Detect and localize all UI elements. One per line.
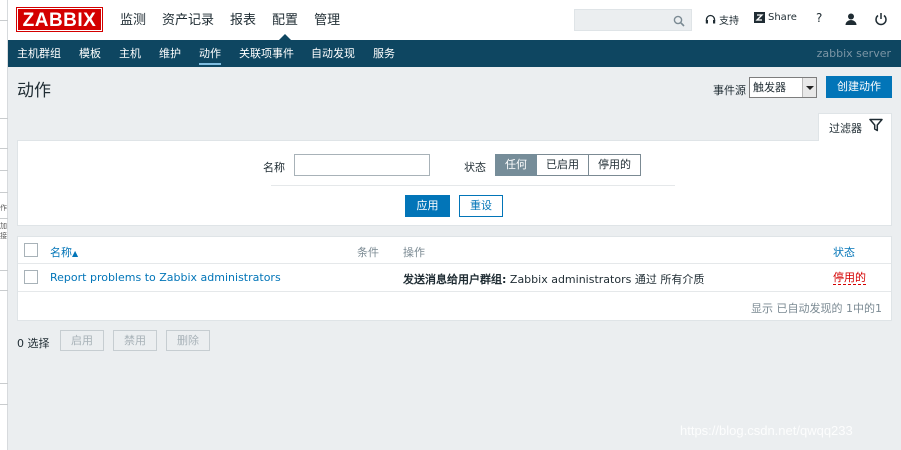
subnav-hosts[interactable]: 主机 xyxy=(119,40,141,67)
column-header-status[interactable]: 状态 xyxy=(833,244,855,260)
disable-button[interactable]: 禁用 xyxy=(113,330,157,351)
subnav-discovery[interactable]: 自动发现 xyxy=(311,40,355,67)
column-name-label: 名称 xyxy=(50,246,72,259)
zabbix-logo[interactable]: ZABBIX xyxy=(16,7,103,32)
filter-name-input[interactable] xyxy=(294,154,430,176)
event-source-value: 触发器 xyxy=(753,81,786,94)
menu-item-inventory[interactable]: 资产记录 xyxy=(154,0,222,40)
reset-button[interactable]: 重设 xyxy=(459,195,503,217)
menu-item-monitoring[interactable]: 监测 xyxy=(112,0,154,40)
divider xyxy=(0,218,8,219)
divider xyxy=(0,148,8,149)
search-input[interactable] xyxy=(574,9,692,31)
divider xyxy=(0,170,8,171)
column-header-operations: 操作 xyxy=(403,246,425,259)
menu-item-administration[interactable]: 管理 xyxy=(306,0,348,40)
share-link[interactable]: Share xyxy=(754,12,797,23)
help-button[interactable]: ? xyxy=(816,11,822,25)
support-link[interactable]: 支持 xyxy=(705,12,739,27)
filter-name-label: 名称 xyxy=(263,161,285,174)
event-source-select[interactable]: 触发器 xyxy=(749,77,817,98)
status-option-enabled[interactable]: 已启用 xyxy=(537,154,589,176)
filter-panel: 名称 状态 任何 已启用 停用的 xyxy=(17,140,892,226)
main-menu: 监测 资产记录 报表 配置 管理 xyxy=(112,0,348,40)
selected-count: 0 选择 xyxy=(17,337,50,350)
share-z-icon xyxy=(754,12,765,23)
left-strip-text: 接 xyxy=(0,232,7,240)
subnav-host-groups[interactable]: 主机群组 xyxy=(17,40,61,67)
headset-icon xyxy=(705,14,716,24)
action-name-link[interactable]: Report problems to Zabbix administrators xyxy=(50,271,281,284)
row-checkbox[interactable] xyxy=(24,270,38,284)
table-summary: 显示 已自动发现的 1中的1 xyxy=(751,302,882,315)
left-strip-text: 加 xyxy=(0,222,7,230)
subnav-services[interactable]: 服务 xyxy=(373,40,395,67)
action-operations: 发送消息给用户群组: Zabbix administrators 通过 所有介质 xyxy=(403,271,704,287)
divider xyxy=(18,291,891,292)
filter-tab-label: 过滤器 xyxy=(829,122,862,135)
create-action-button[interactable]: 创建动作 xyxy=(826,76,892,98)
menu-item-reports[interactable]: 报表 xyxy=(222,0,264,40)
filter-icon xyxy=(869,118,883,132)
divider xyxy=(0,404,8,405)
status-option-disabled[interactable]: 停用的 xyxy=(589,154,641,176)
divider xyxy=(0,20,8,21)
left-strip-text: 作 xyxy=(0,204,7,212)
filter-tab[interactable]: 过滤器 xyxy=(818,113,892,141)
sub-navigation: 主机群组 模板 主机 维护 动作 关联项事件 自动发现 服务 zabbix se… xyxy=(8,40,901,67)
subnav-templates[interactable]: 模板 xyxy=(79,40,101,67)
column-header-conditions: 条件 xyxy=(357,246,379,259)
divider xyxy=(0,192,8,193)
apply-button[interactable]: 应用 xyxy=(405,195,450,217)
share-label: Share xyxy=(768,12,797,23)
divider xyxy=(0,383,8,384)
status-segmented-control: 任何 已启用 停用的 xyxy=(495,154,641,176)
filter-status-label: 状态 xyxy=(464,161,486,174)
search-icon[interactable] xyxy=(673,15,685,27)
divider xyxy=(0,290,8,291)
support-label: 支持 xyxy=(719,16,739,27)
subnav-correlation[interactable]: 关联项事件 xyxy=(239,40,294,67)
column-header-name[interactable]: 名称▲ xyxy=(50,244,78,260)
menu-item-configuration[interactable]: 配置 xyxy=(264,0,306,40)
watermark: https://blog.csdn.net/qwqq233 xyxy=(680,423,853,438)
page-title: 动作 xyxy=(17,81,51,101)
actions-table: 名称▲ 条件 操作 状态 Report problems to Zabbix a… xyxy=(17,236,892,321)
divider xyxy=(0,118,8,119)
status-option-any[interactable]: 任何 xyxy=(495,154,537,176)
subnav-actions[interactable]: 动作 xyxy=(199,40,221,67)
operation-type: 发送消息给用户群组: xyxy=(403,273,507,286)
operation-detail: Zabbix administrators 通过 所有介质 xyxy=(509,273,705,286)
user-profile-icon[interactable] xyxy=(844,12,858,26)
top-header: ZABBIX 监测 资产记录 报表 配置 管理 支持 Share ? xyxy=(8,0,901,40)
sort-asc-icon: ▲ xyxy=(72,249,79,258)
chevron-down-icon[interactable] xyxy=(802,78,816,97)
event-source-label: 事件源 xyxy=(713,84,746,97)
status-toggle-disabled[interactable]: 停用的 xyxy=(833,271,866,285)
divider xyxy=(18,263,891,264)
server-name: zabbix server xyxy=(816,47,891,60)
left-window-edge: 作 加 接 xyxy=(0,0,8,450)
subnav-maintenance[interactable]: 维护 xyxy=(159,40,181,67)
select-all-checkbox[interactable] xyxy=(24,243,38,257)
divider xyxy=(0,270,8,271)
divider xyxy=(271,185,675,186)
sign-out-icon[interactable] xyxy=(874,12,888,26)
enable-button[interactable]: 启用 xyxy=(60,330,104,351)
delete-button[interactable]: 删除 xyxy=(166,330,210,351)
